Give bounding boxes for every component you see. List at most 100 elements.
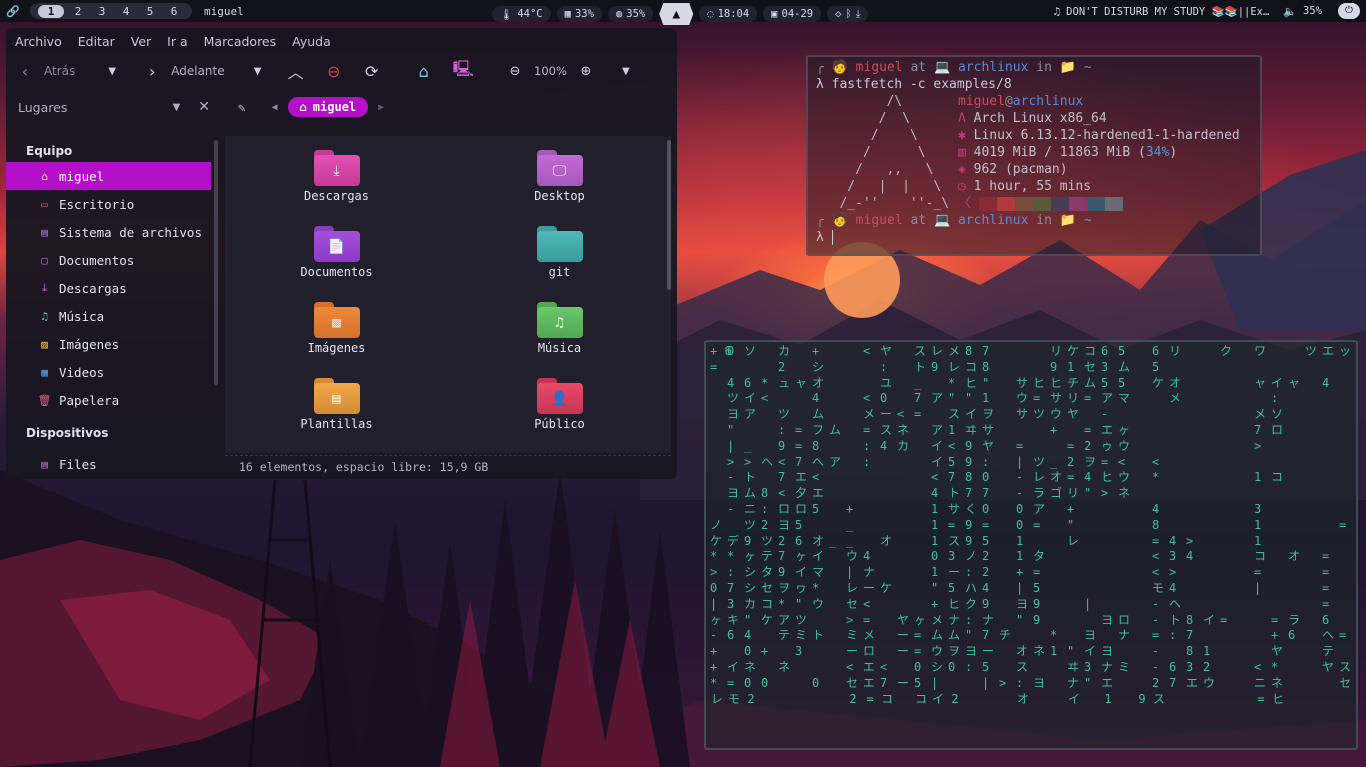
zoom-out-icon[interactable]: ⊖ bbox=[506, 60, 524, 82]
matrix-column: レ 9 ア ア イ イ < 4 1 1 1 0 1 " + メ ム ウ シ | … bbox=[931, 344, 944, 706]
prompt-host: archlinux bbox=[957, 60, 1029, 75]
menu-ayuda[interactable]: Ayuda bbox=[292, 34, 331, 54]
clock-value: 18:04 bbox=[717, 8, 750, 20]
sidebar-item-label: Papelera bbox=[59, 392, 120, 408]
prompt-in: in bbox=[1036, 213, 1052, 228]
workspace-1[interactable]: 1 bbox=[38, 4, 64, 18]
sidebar-item-files[interactable]: ▤ Files bbox=[6, 450, 222, 478]
workspace-2[interactable]: 2 bbox=[68, 5, 88, 18]
package-icon: ◈ bbox=[958, 162, 966, 177]
user-icon: 🧑 bbox=[831, 60, 848, 75]
breadcrumb-current: miguel bbox=[312, 100, 357, 114]
sidebar-item-musica[interactable]: ♫ Música bbox=[6, 302, 222, 330]
bluetooth-icon[interactable]: ᛒ bbox=[845, 8, 851, 20]
sidebar-item-descargas[interactable]: ⤓ Descargas bbox=[6, 274, 222, 302]
input-line[interactable]: λ bbox=[816, 229, 1252, 246]
sidebar-item-sistema[interactable]: ▤ Sistema de archivos bbox=[6, 218, 222, 246]
power-button[interactable]: ⏻ bbox=[1338, 3, 1360, 19]
breadcrumb-right-arrow-icon[interactable]: ▶ bbox=[378, 102, 384, 113]
memory-line: ▥ 4019 MiB / 11863 MiB (34%) bbox=[958, 145, 1178, 160]
temperature-value: 44°C bbox=[517, 8, 543, 20]
places-selector[interactable]: Lugares bbox=[18, 100, 173, 115]
menu-marcadores[interactable]: Marcadores bbox=[204, 34, 277, 54]
cpu-value: 33% bbox=[574, 8, 594, 20]
sidebar-item-label: Videos bbox=[59, 364, 105, 380]
uptime-line: ◷ 1 hour, 55 mins bbox=[958, 178, 1252, 195]
workspace-3[interactable]: 3 bbox=[92, 5, 112, 18]
workspace-5[interactable]: 5 bbox=[140, 5, 160, 18]
sidebar-item-papelera[interactable]: 🗑 Papelera bbox=[6, 386, 222, 414]
folder-icon: ⤓ bbox=[313, 150, 360, 186]
sidebar-item-miguel[interactable]: ⌂ miguel bbox=[6, 162, 211, 190]
folder-item[interactable]: ▨ Imágenes bbox=[225, 302, 448, 378]
eye-off-icon: ◌ bbox=[707, 8, 714, 20]
matrix-column: 0 4 ツ ヨ " | > - ヨ - デ * : 7 3 キ 6 イ = モ bbox=[727, 344, 740, 706]
matrix-column: イ : ソ ロ コ = + ヤ * ネ ヒ bbox=[1271, 375, 1284, 706]
sidebar-item-videos[interactable]: ▦ Videos bbox=[6, 358, 222, 386]
folder-item[interactable]: 📄 Documentos bbox=[225, 226, 448, 302]
download-icon[interactable]: ⤓ bbox=[856, 8, 861, 21]
edit-location-icon[interactable]: ✎ bbox=[238, 100, 246, 115]
sidebar-item-escritorio[interactable]: ▭ Escritorio bbox=[6, 190, 222, 218]
folder-item[interactable]: git bbox=[448, 226, 671, 302]
stop-icon[interactable]: ⊖ bbox=[325, 60, 343, 82]
clock-widget[interactable]: ◌ 18:04 bbox=[699, 6, 758, 22]
menu-archivo[interactable]: Archivo bbox=[15, 34, 62, 54]
volume-value: 35% bbox=[1303, 5, 1322, 17]
link-icon[interactable]: 🔗 bbox=[0, 5, 26, 18]
computer-icon[interactable]: 🖳 bbox=[453, 59, 474, 82]
forward-button[interactable]: › bbox=[143, 60, 161, 82]
content-scrollbar[interactable] bbox=[667, 140, 671, 290]
folder-item[interactable]: ♫ Música bbox=[448, 302, 671, 378]
file-manager-window: Archivo Editar Ver Ir a Marcadores Ayuda… bbox=[6, 28, 677, 479]
folder-item[interactable]: ▤ Plantillas bbox=[225, 378, 448, 454]
media-title[interactable]: DON'T DISTURB MY STUDY 📚📚||Ex… bbox=[1066, 5, 1269, 18]
breadcrumb-home[interactable]: ⌂ miguel bbox=[287, 97, 369, 117]
breadcrumb-left-arrow-icon[interactable]: ◀ bbox=[272, 102, 278, 113]
volume-icon[interactable]: 🔈 bbox=[1283, 5, 1297, 18]
prompt-at: at bbox=[910, 60, 927, 75]
arch-logo-icon[interactable]: ▲ bbox=[659, 3, 694, 25]
menu-ir-a[interactable]: Ir a bbox=[167, 34, 187, 54]
folder-item[interactable]: 👤 Público bbox=[448, 378, 671, 454]
location-bar: Lugares ▼ ✕ ✎ ◀ ⌂ miguel ▶ bbox=[6, 88, 677, 126]
sidebar-scrollbar[interactable] bbox=[214, 140, 218, 385]
music-icon: ♫ bbox=[41, 309, 48, 323]
zoom-in-icon[interactable]: ⊕ bbox=[577, 60, 595, 82]
folder-label: Desktop bbox=[534, 189, 585, 203]
matrix-terminal[interactable]: + 6 = ノ ケ * > 0 | ヶ - + + * レ0 4 ツ ヨ " |… bbox=[704, 340, 1358, 750]
temperature-widget: 🌡 44°C bbox=[492, 6, 551, 22]
forward-history-chevron-icon[interactable]: ▼ bbox=[249, 60, 267, 82]
menu-editar[interactable]: Editar bbox=[78, 34, 115, 54]
places-chevron-down-icon[interactable]: ▼ bbox=[173, 102, 181, 113]
wifi-icon[interactable]: ◇ bbox=[835, 8, 841, 20]
sidebar-item-imagenes[interactable]: ▨ Imágenes bbox=[6, 330, 222, 358]
close-sidebar-icon[interactable]: ✕ bbox=[198, 99, 210, 115]
back-history-chevron-icon[interactable]: ▼ bbox=[103, 60, 121, 82]
sidebar-item-documentos[interactable]: ▢ Documentos bbox=[6, 246, 222, 274]
sidebar-section-dispositivos: Dispositivos bbox=[26, 426, 109, 440]
fastfetch-terminal[interactable]: ╭ 🧑 miguel at 💻 archlinux in 📁 ~ λ fastf… bbox=[806, 55, 1262, 256]
sidebar-section-equipo: Equipo bbox=[26, 144, 73, 158]
workspace-4[interactable]: 4 bbox=[116, 5, 136, 18]
menu-ver[interactable]: Ver bbox=[131, 34, 151, 54]
prompt-line-2: ╭ 🧑 miguel at 💻 archlinux in 📁 ~ bbox=[816, 213, 1092, 228]
top-bar: 🔗 1 2 3 4 5 6 miguel 🌡 44°C ▦ 33% ◍ 35% ▲ ◌… bbox=[0, 0, 1366, 25]
workspace-6[interactable]: 6 bbox=[164, 5, 184, 18]
folder-item[interactable]: ⤓ Descargas bbox=[225, 150, 448, 226]
up-button[interactable]: ︿ bbox=[287, 60, 305, 82]
matrix-column: ッ = = ス セ bbox=[1339, 344, 1352, 690]
home-icon[interactable]: ⌂ bbox=[415, 60, 433, 82]
forward-label: Adelante bbox=[171, 64, 225, 78]
memory-chip-icon: ▥ bbox=[958, 145, 966, 160]
date-widget[interactable]: ▣ 04-29 bbox=[763, 6, 822, 22]
back-button[interactable]: ‹ bbox=[16, 60, 34, 82]
video-icon: ▦ bbox=[41, 365, 48, 379]
reload-icon[interactable]: ⟳ bbox=[363, 60, 381, 82]
folder-icon: ▤ bbox=[313, 378, 360, 414]
matrix-column bbox=[1237, 344, 1251, 707]
prompt-dir: ~ bbox=[1083, 213, 1092, 228]
view-options-chevron-icon[interactable]: ▼ bbox=[617, 60, 635, 82]
folder-item[interactable]: 🖵 Desktop bbox=[448, 150, 671, 226]
matrix-column: ャ = = 7 エ 夕 ロ 5 6 ヶ イ ヮ " ツ ミ 3 bbox=[795, 375, 808, 659]
